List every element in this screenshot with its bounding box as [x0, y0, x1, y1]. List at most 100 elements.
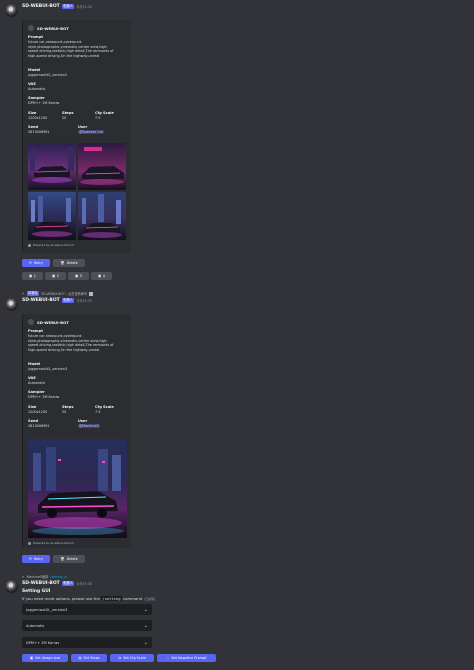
model-label: Model: [28, 362, 41, 366]
reply-reference[interactable]: ↱ 风格化 SD-WEBUI-BOT : 点击查看命令: [22, 291, 94, 296]
delete-button[interactable]: 🗑 Delete: [53, 555, 85, 563]
username[interactable]: SD-WEBUI-BOT: [22, 298, 60, 303]
embed-author: SD-WEBUI-BOT: [28, 25, 69, 31]
image-icon: ▣: [98, 274, 102, 278]
user-mention[interactable]: @Spenser Cai: [78, 130, 104, 135]
generated-image-2[interactable]: [78, 143, 126, 190]
size-label: Size: [28, 405, 37, 409]
setting-note: If you need more options, please use the…: [22, 596, 155, 601]
timestamp: 今天15:34: [76, 5, 92, 9]
generated-image-3[interactable]: [28, 192, 76, 240]
bot-avatar[interactable]: [5, 580, 18, 593]
note-text: If you need more options, please use the: [22, 596, 100, 601]
vae-label: VAE: [28, 82, 36, 86]
cfg-label: Cfg Scale: [95, 405, 114, 409]
note-text: command: [123, 596, 143, 601]
embed-author-name: SD-WEBUI-BOT: [37, 319, 69, 325]
sampler-select[interactable]: DPM++ 2M Karras ⌄: [22, 637, 152, 648]
reply-icon: ↱: [22, 291, 25, 296]
image-icon: [89, 291, 94, 296]
upscale-button-2[interactable]: ▣ 2: [45, 272, 66, 280]
set-negative-prompt-button[interactable]: ⊘ Set Negative Prompt: [157, 654, 216, 662]
set-cfg-scale-button[interactable]: ⚖ Set Cfg Scale: [110, 654, 154, 662]
cfg-label: Cfg Scale: [95, 111, 114, 115]
embed-author-name: SD-WEBUI-BOT: [37, 25, 69, 31]
app-tag: 机器人: [61, 581, 75, 586]
generation-embed: SD-WEBUI-BOT Prompt future car,neonpunk,…: [22, 314, 131, 548]
embed-footer: Powered by sd-webui-discord: [28, 541, 74, 545]
refresh-icon: ⟳: [29, 557, 32, 561]
model-label: Model: [28, 68, 41, 72]
upscale-button-1[interactable]: ▣ 1: [22, 272, 43, 280]
reply-text: SD-WEBUI-BOT : 点击查看命令: [41, 292, 88, 296]
trash-icon: 🗑: [60, 557, 65, 561]
trash-icon: 🗑: [60, 261, 65, 265]
generation-embed: SD-WEBUI-BOT Prompt future car,neonpunk,…: [22, 20, 131, 253]
footer-icon: [28, 243, 31, 247]
setting-title: Setting GUI: [22, 589, 51, 594]
image-icon: ▣: [29, 274, 33, 278]
refresh-icon: ⟳: [29, 261, 32, 265]
prompt-value: future car,neonpunk,cyberpunk style,phot…: [28, 40, 130, 58]
set-steps-button[interactable]: ▤ Set Steps: [71, 654, 107, 662]
bot-avatar[interactable]: [5, 4, 18, 17]
cfg-value: 7.5: [95, 116, 101, 120]
sampler-value: DPM++ 2M Karras: [28, 395, 60, 399]
user-mention[interactable]: @MachineS: [78, 424, 100, 429]
prompt-label: Prompt: [28, 329, 43, 333]
size-value: 1200x1200: [28, 410, 48, 414]
prompt-line: high-speed driving,On the highway,unreal: [28, 347, 100, 352]
upscale-button-3[interactable]: ▣ 3: [68, 272, 89, 280]
vae-select[interactable]: Automatic ⌄: [22, 620, 152, 631]
seed-label: Seed: [28, 419, 39, 423]
note-command: /setting: [101, 596, 122, 601]
message-header: SD-WEBUI-BOT 机器人 今天15:35: [22, 298, 92, 303]
chevron-down-icon: ⌄: [143, 622, 148, 629]
command-reference[interactable]: ↱ MachineS使用 /setting_ui: [22, 574, 68, 580]
sampler-value: DPM++ 2M Karras: [28, 101, 60, 105]
username[interactable]: SD-WEBUI-BOT: [22, 581, 60, 586]
steps-label: Steps: [62, 111, 74, 115]
steps-label: Steps: [62, 405, 74, 409]
reply-tag: 风格化: [26, 291, 40, 296]
image-icon: ▣: [52, 274, 56, 278]
command-name: /setting_ui: [50, 574, 68, 579]
set-image-size-button[interactable]: ▣ Set Image size: [22, 654, 68, 662]
model-select[interactable]: juggernautXL_version3 ⌄: [22, 604, 152, 615]
app-tag: 机器人: [61, 4, 75, 9]
prompt-value: future car,neonpunk,cyberpunk style,phot…: [28, 334, 130, 352]
no-entry-icon: ⊘: [166, 656, 170, 660]
bot-avatar[interactable]: [5, 298, 18, 311]
generated-image-1[interactable]: [28, 143, 76, 190]
image-icon: ▣: [29, 656, 34, 660]
retry-button[interactable]: ⟳ Retry: [22, 555, 50, 563]
edited-tag: (已编辑): [144, 596, 156, 601]
user-label: User: [78, 419, 88, 423]
footer-text: Powered by sd-webui-discord: [33, 541, 74, 545]
scale-icon: ⚖: [118, 656, 122, 660]
seed-value: 2813406961: [28, 130, 50, 134]
sampler-label: Sampler: [28, 390, 45, 394]
embed-footer: Powered by sd-webui-discord: [28, 243, 74, 247]
cfg-value: 7.5: [95, 410, 101, 414]
bot-icon: [28, 25, 34, 31]
delete-button[interactable]: 🗑 Delete: [53, 259, 85, 267]
steps-value: 20: [62, 410, 67, 414]
app-tag: 机器人: [61, 298, 75, 303]
upscale-button-4[interactable]: ▣ 4: [91, 272, 112, 280]
size-value: 1200x1200: [28, 116, 48, 120]
username[interactable]: SD-WEBUI-BOT: [22, 4, 60, 9]
size-label: Size: [28, 111, 37, 115]
timestamp: 今天15:35: [76, 299, 92, 303]
footer-icon: [28, 541, 31, 545]
retry-button[interactable]: ⟳ Retry: [22, 259, 50, 267]
select-value: Automatic: [26, 623, 45, 628]
prompt-line: high-speed driving,On the highway,unreal: [28, 53, 100, 58]
generated-image[interactable]: [28, 439, 127, 538]
seed-label: Seed: [28, 125, 39, 129]
reply-icon: ↱: [22, 574, 25, 579]
sampler-label: Sampler: [28, 96, 45, 100]
select-value: juggernautXL_version3: [26, 607, 68, 612]
generated-image-4[interactable]: [78, 192, 126, 240]
chevron-down-icon: ⌄: [143, 606, 148, 613]
